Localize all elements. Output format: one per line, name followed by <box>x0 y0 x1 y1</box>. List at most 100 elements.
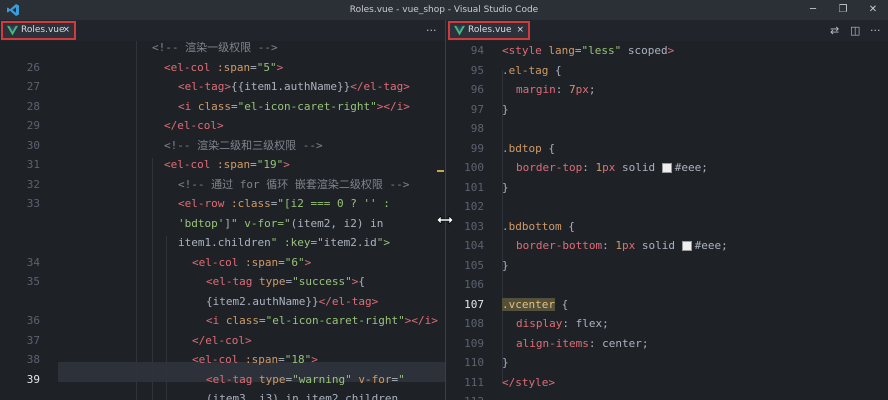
open-changes-icon[interactable]: ⇄ <box>830 20 839 41</box>
line-number[interactable]: 38 <box>0 350 40 370</box>
line-number[interactable] <box>0 389 40 400</box>
code-line[interactable]: .vcenter { <box>502 295 568 315</box>
code-line[interactable]: align-items: center; <box>516 334 648 354</box>
code-line[interactable]: <!-- 渲染一级权限 --> <box>152 41 278 58</box>
tab-close-button[interactable]: × <box>62 23 70 38</box>
line-number[interactable]: 98 <box>446 119 484 139</box>
line-number[interactable]: 36 <box>0 311 40 331</box>
code-line[interactable]: <i class="el-icon-caret-right"></i> <box>206 311 438 331</box>
more-actions-icon[interactable]: ··· <box>426 20 437 41</box>
tab-close-button[interactable]: × <box>516 23 524 38</box>
horizontal-resize-cursor-icon <box>437 215 453 225</box>
tab-label: Roles.vue <box>21 25 65 35</box>
line-number[interactable]: 37 <box>0 331 40 351</box>
code-line[interactable]: .bdbottom { <box>502 217 575 237</box>
line-number[interactable]: 39 <box>0 370 40 390</box>
line-number[interactable]: 33 <box>0 194 40 214</box>
tab-roles-vue-right[interactable]: Roles.vue × <box>448 21 530 40</box>
code-line[interactable]: .el-tag { <box>502 61 562 81</box>
code-line[interactable]: } <box>502 353 509 373</box>
code-line[interactable]: <el-tag>{{item1.authName}}</el-tag> <box>178 77 410 97</box>
code-line[interactable]: <el-col :span="5"> <box>164 58 283 78</box>
code-line[interactable]: <el-col :span="6"> <box>192 253 311 273</box>
tab-roles-vue-left[interactable]: Roles.vue × <box>1 21 76 40</box>
line-number[interactable]: 112 <box>446 392 484 400</box>
line-number[interactable]: 29 <box>0 116 40 136</box>
split-editor-icon[interactable]: ◫ <box>850 20 860 41</box>
line-number[interactable] <box>0 292 40 312</box>
line-number[interactable]: 100 <box>446 158 484 178</box>
line-number[interactable]: 102 <box>446 197 484 217</box>
vue-file-icon <box>7 25 18 36</box>
code-line[interactable]: <el-col :span="19"> <box>164 155 290 175</box>
vue-file-icon <box>454 25 465 36</box>
line-number[interactable]: 95 <box>446 61 484 81</box>
overview-ruler-mark <box>437 170 444 172</box>
code-line[interactable]: } <box>502 100 509 120</box>
line-number[interactable]: 109 <box>446 334 484 354</box>
line-number[interactable]: 28 <box>0 97 40 117</box>
line-number[interactable]: 35 <box>0 272 40 292</box>
code-line[interactable]: item1.children" :key="item2.id"> <box>178 233 390 253</box>
code-line[interactable]: <i class="el-icon-caret-right"></i> <box>178 97 410 117</box>
code-line[interactable]: border-top: 1px solid #eee; <box>516 158 708 178</box>
code-line[interactable]: </el-col> <box>164 116 224 136</box>
code-line[interactable]: </el-col> <box>192 331 252 351</box>
code-line[interactable]: <!-- 通过 for 循环 嵌套渲染二级权限 --> <box>178 175 409 195</box>
line-number[interactable]: 96 <box>446 80 484 100</box>
editor-right[interactable]: 94 <style lang="less" scoped> 95 .el-tag { 9… <box>446 41 888 400</box>
code-line[interactable]: <el-tag type="success">{ <box>206 272 365 292</box>
line-number[interactable]: 108 <box>446 314 484 334</box>
line-number[interactable]: 106 <box>446 275 484 295</box>
code-line[interactable]: <el-col :span="18"> <box>192 350 318 370</box>
code-line[interactable]: margin: 7px; <box>516 80 596 100</box>
vscode-window: Roles.vue - vue_shop - Visual Studio Cod… <box>0 0 888 400</box>
code-line[interactable]: </style> <box>502 373 555 393</box>
line-number[interactable]: 27 <box>0 77 40 97</box>
line-number[interactable]: 34 <box>0 253 40 273</box>
line-number[interactable]: 99 <box>446 139 484 159</box>
code-line[interactable]: <!-- 渲染二级和三级权限 --> <box>164 136 323 156</box>
maximize-button[interactable]: ❐ <box>828 0 858 20</box>
tab-label: Roles.vue <box>468 25 512 35</box>
line-number[interactable]: 111 <box>446 373 484 393</box>
code-line[interactable]: {item2.authName}}</el-tag> <box>206 292 378 312</box>
indent-guide <box>136 41 137 400</box>
color-swatch[interactable] <box>681 241 692 251</box>
close-window-button[interactable]: ✕ <box>858 0 888 20</box>
line-number[interactable]: 32 <box>0 175 40 195</box>
line-number[interactable]: 101 <box>446 178 484 198</box>
line-number[interactable]: 110 <box>446 353 484 373</box>
line-number[interactable] <box>0 41 40 58</box>
line-number[interactable] <box>0 214 40 234</box>
line-number[interactable]: 104 <box>446 236 484 256</box>
indent-guide <box>152 158 153 400</box>
code-line[interactable]: } <box>502 178 509 198</box>
minimize-button[interactable]: ─ <box>798 0 828 20</box>
code-line[interactable]: <el-tag type="warning" v-for=" <box>206 370 405 390</box>
line-number[interactable]: 30 <box>0 136 40 156</box>
code-line[interactable]: 'bdtop']" v-for="(item2, i2) in <box>178 214 383 234</box>
indent-guide <box>166 236 167 400</box>
line-number[interactable]: 105 <box>446 256 484 276</box>
right-tab-bar: Roles.vue × ⇄ ◫ ··· <box>446 20 888 41</box>
line-number[interactable] <box>0 233 40 253</box>
line-number[interactable]: 94 <box>446 41 484 61</box>
left-tab-bar: Roles.vue × ··· <box>0 20 445 41</box>
code-line[interactable]: border-bottom: 1px solid #eee; <box>516 236 728 256</box>
title-bar: Roles.vue - vue_shop - Visual Studio Cod… <box>0 0 888 20</box>
code-line[interactable]: <style lang="less" scoped> <box>502 41 674 61</box>
editor-left[interactable]: <!-- 渲染一级权限 --> 26 <el-col :span="5"> 27 <el… <box>0 41 445 400</box>
more-actions-icon[interactable]: ··· <box>870 20 881 41</box>
line-number[interactable]: 26 <box>0 58 40 78</box>
line-number[interactable]: 107 <box>446 295 484 315</box>
code-line[interactable]: .bdtop { <box>502 139 555 159</box>
color-swatch[interactable] <box>661 163 672 173</box>
code-line[interactable]: display: flex; <box>516 314 609 334</box>
code-line[interactable]: } <box>502 256 509 276</box>
line-number[interactable]: 31 <box>0 155 40 175</box>
window-title: Roles.vue - vue_shop - Visual Studio Cod… <box>349 5 539 15</box>
code-line[interactable]: (item3, i3) in item2.children <box>206 389 398 400</box>
code-line[interactable]: <el-row :class="[i2 === 0 ? '' : <box>178 194 390 214</box>
line-number[interactable]: 97 <box>446 100 484 120</box>
